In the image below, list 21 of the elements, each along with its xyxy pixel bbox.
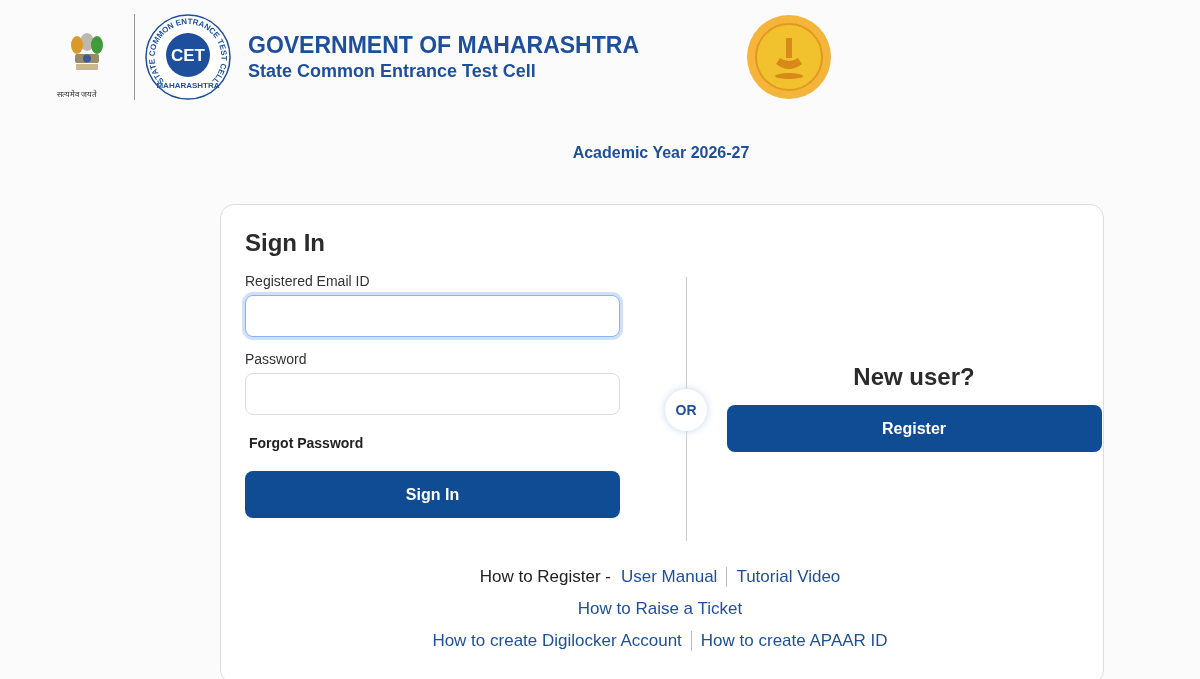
field-label: Registered Email ID: [245, 273, 371, 289]
sign-in-heading: Sign In: [245, 229, 326, 257]
sign-in-button[interactable]: Sign In: [245, 471, 620, 518]
header-title: GOVERNMENT OF MAHARASHTRA: [248, 32, 640, 59]
seal-icon: [746, 14, 832, 100]
input-field[interactable]: [245, 295, 620, 337]
help-link[interactable]: How to create APAAR ID: [700, 631, 888, 651]
help-link[interactable]: How to create Digilocker Account: [432, 631, 682, 651]
help-text: How to Register -: [479, 567, 611, 587]
help-link[interactable]: Tutorial Video: [736, 567, 841, 587]
field-label: Password: [245, 351, 308, 367]
input-field[interactable]: [245, 373, 620, 415]
header-subtitle: State Common Entrance Test Cell: [248, 61, 537, 82]
academic-year: Academic Year 2026-27: [571, 144, 751, 162]
help-link[interactable]: How to Raise a Ticket: [577, 599, 743, 619]
new-user-heading: New user?: [853, 363, 975, 391]
or-badge: OR: [665, 389, 707, 431]
help-link[interactable]: User Manual: [621, 567, 718, 587]
forgot-password-link[interactable]: Forgot Password: [249, 435, 645, 451]
register-button[interactable]: Register: [726, 405, 1102, 452]
emblem-motto: सत्यमेव जयते: [57, 89, 98, 99]
